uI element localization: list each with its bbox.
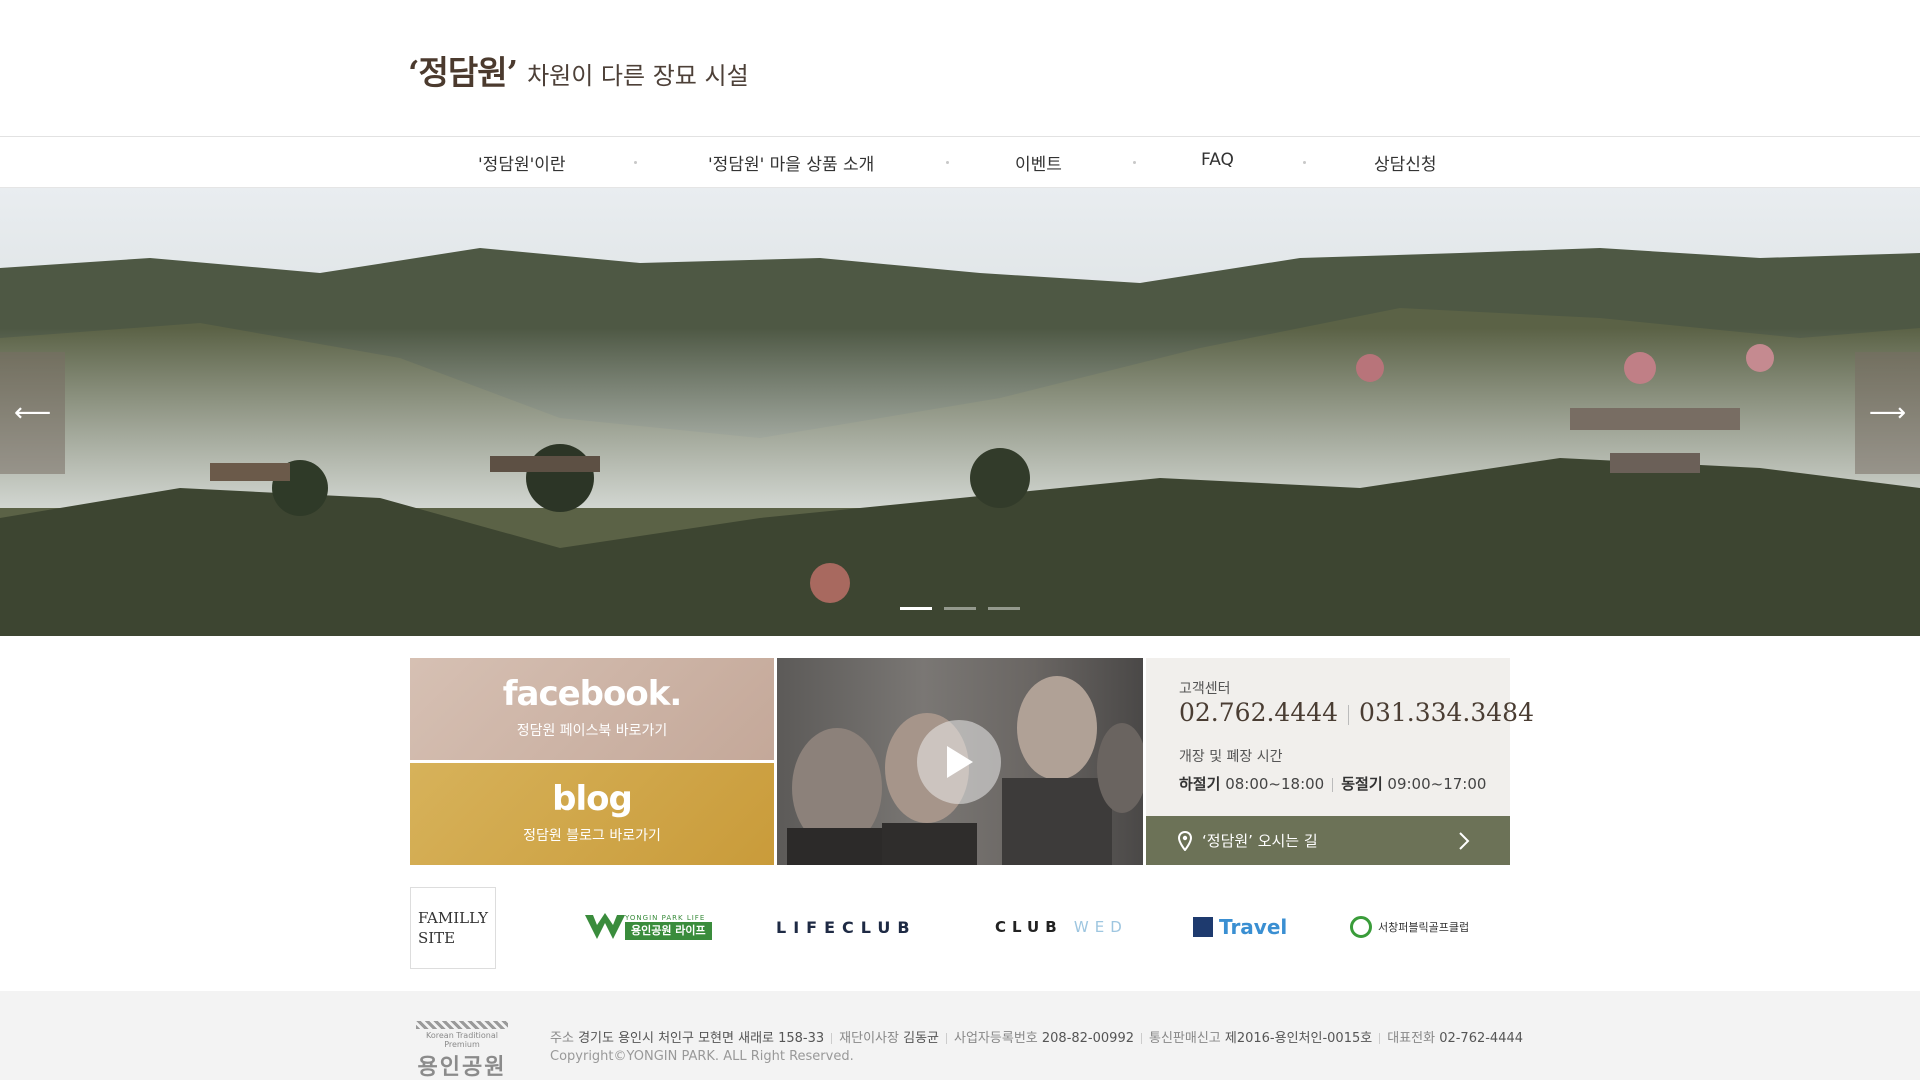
yongin-park-main-text: 용인공원 라이프: [625, 922, 712, 940]
winter-label: 동절기: [1341, 775, 1383, 793]
ceo-label: 재단이사장: [839, 1031, 899, 1046]
hero-dot-2[interactable]: [944, 607, 976, 610]
hero-slider: ⟵ ⟶: [0, 188, 1920, 636]
nav-divider: [946, 161, 949, 164]
site-header: ‘정담원’ 차원이 다른 장묘 시설: [0, 0, 1920, 137]
family-link-travel[interactable]: Travel: [1193, 907, 1287, 947]
play-icon: [947, 746, 973, 778]
travel-text: Travel: [1219, 915, 1288, 939]
quick-links-section: facebook. 정담원 페이스북 바로가기 blog 정담원 블로그 바로가…: [410, 658, 1534, 865]
blog-link-tile[interactable]: blog 정담원 블로그 바로가기: [410, 763, 774, 865]
tel-label: 대표전화: [1387, 1031, 1436, 1046]
divider: [1332, 777, 1334, 792]
promo-video-tile[interactable]: [777, 658, 1143, 865]
family-link-lifeclub[interactable]: LIFECLUB: [776, 907, 917, 947]
family-label-line1: FAMILLY: [417, 909, 489, 927]
divider: [1140, 1033, 1142, 1044]
summer-hours: 08:00~18:00: [1225, 775, 1325, 793]
nav-divider: [1133, 161, 1136, 164]
divider: [1348, 704, 1350, 725]
divider: [831, 1033, 833, 1044]
nav-item-faq[interactable]: FAQ: [1201, 150, 1234, 170]
divider: [1379, 1033, 1381, 1044]
nav-item-events[interactable]: 이벤트: [1015, 150, 1062, 175]
nav-divider: [634, 161, 637, 164]
facebook-link-tile[interactable]: facebook. 정담원 페이스북 바로가기: [410, 658, 774, 760]
phone-number-1: 02.762.4444: [1179, 698, 1339, 727]
footer-logo-pattern: [416, 1021, 508, 1029]
yongin-park-logo-icon: [585, 913, 625, 939]
mailorder-label: 통신판매신고: [1148, 1031, 1221, 1046]
footer-logo-main: 용인공원: [417, 1054, 507, 1080]
family-link-yongin-park-life[interactable]: YONGIN PARK LIFE 용인공원 라이프: [585, 907, 712, 947]
logo-brand: ‘정담원’: [408, 53, 518, 92]
blog-logo: blog: [552, 779, 633, 819]
site-footer: Korean Traditional Premium 용인공원 주소 경기도 용…: [0, 991, 1920, 1080]
facebook-logo: facebook.: [502, 674, 683, 714]
summer-label: 하절기: [1179, 775, 1221, 793]
customer-center-label: 고객센터: [1179, 681, 1231, 697]
lifeclub-travel-icon: [1193, 917, 1213, 937]
phone-number-2: 031.334.3484: [1359, 698, 1534, 727]
hero-dot-3[interactable]: [988, 607, 1020, 610]
nav-item-consult[interactable]: 상담신청: [1374, 150, 1437, 175]
seochang-text: 서창퍼블릭골프클럽: [1378, 921, 1470, 934]
address-label: 주소: [550, 1031, 574, 1046]
mailorder-value: 제2016-용인처인-0015호: [1224, 1031, 1373, 1046]
hero-next-button[interactable]: ⟶: [1855, 352, 1920, 474]
address-value: 경기도 용인시 처인구 모현면 새래로 158-33: [578, 1031, 825, 1046]
phone-numbers: 02.762.4444 031.334.3484: [1179, 698, 1534, 727]
bizno-label: 사업자등록번호: [954, 1031, 1038, 1046]
customer-center-panel: 고객센터 02.762.4444 031.334.3484 개장 및 폐장 시간 …: [1146, 658, 1534, 865]
tel-value: 02-762-4444: [1439, 1031, 1524, 1046]
site-logo[interactable]: ‘정담원’ 차원이 다른 장묘 시설: [408, 46, 749, 94]
bizno-value: 208-82-00992: [1041, 1031, 1134, 1046]
map-pin-icon: [1178, 830, 1192, 851]
golf-club-logo-icon: [1350, 916, 1372, 938]
yongin-park-badge: YONGIN PARK LIFE 용인공원 라이프: [625, 914, 712, 940]
family-sites: FAMILLY SITE YONGIN PARK LIFE 용인공원 라이프 L…: [410, 887, 1510, 969]
footer-logo: Korean Traditional Premium 용인공원: [412, 1021, 512, 1081]
divider: [946, 1033, 948, 1044]
blog-subtitle: 정담원 블로그 바로가기: [523, 828, 661, 844]
nav-item-products[interactable]: '정담원' 마을 상품 소개: [708, 150, 874, 175]
hero-dot-1[interactable]: [900, 607, 932, 610]
directions-label: ‘정담원’ 오시는 길: [1202, 832, 1318, 850]
arrow-right-icon: ⟶: [1868, 398, 1907, 428]
opening-hours: 하절기 08:00~18:00 동절기 09:00~17:00: [1179, 773, 1486, 794]
hero-pagination: [900, 607, 1020, 610]
family-link-seochang-golf[interactable]: 서창퍼블릭골프클럽: [1350, 907, 1469, 947]
yongin-park-small-text: YONGIN PARK LIFE: [625, 914, 706, 922]
clubwed-wed-text: WED: [1073, 918, 1128, 936]
chevron-right-icon: [1459, 831, 1470, 850]
footer-logo-small: Korean Traditional Premium: [426, 1031, 498, 1049]
family-label-line2: SITE: [417, 929, 456, 947]
arrow-left-icon: ⟵: [13, 398, 52, 428]
main-nav: '정담원'이란 '정담원' 마을 상품 소개 이벤트 FAQ 상담신청: [0, 137, 1920, 188]
footer-company-info: 주소 경기도 용인시 처인구 모현면 새래로 158-33 재단이사장 김동균 사업…: [550, 1027, 1523, 1046]
family-site-label: FAMILLY SITE: [410, 887, 496, 969]
nav-item-about[interactable]: '정담원'이란: [478, 150, 566, 175]
winter-hours: 09:00~17:00: [1387, 775, 1487, 793]
hero-landscape-image: [0, 248, 1920, 636]
facebook-subtitle: 정담원 페이스북 바로가기: [516, 723, 668, 739]
family-link-clubwed[interactable]: CLUB WED: [995, 907, 1128, 947]
play-button[interactable]: [917, 720, 1001, 804]
hours-label: 개장 및 폐장 시간: [1179, 749, 1283, 765]
logo-tagline: 차원이 다른 장묘 시설: [527, 62, 749, 90]
clubwed-club-text: CLUB: [995, 918, 1063, 936]
ceo-value: 김동균: [903, 1031, 940, 1046]
directions-button[interactable]: ‘정담원’ 오시는 길: [1146, 816, 1510, 865]
nav-divider: [1303, 161, 1306, 164]
hero-prev-button[interactable]: ⟵: [0, 352, 65, 474]
copyright-text: Copyright©YONGIN PARK. ALL Right Reserve…: [550, 1049, 854, 1064]
